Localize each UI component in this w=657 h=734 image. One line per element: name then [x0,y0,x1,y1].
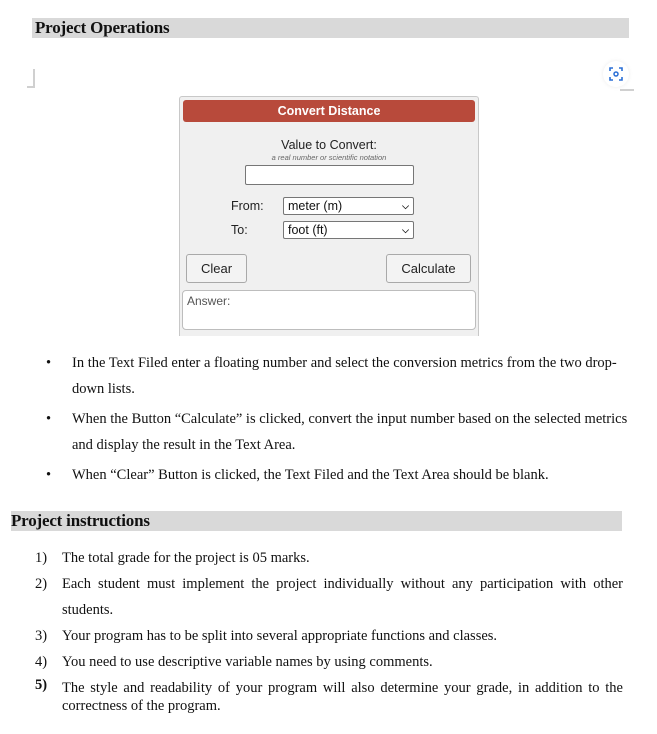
list-item: 5) The style and readability of your pro… [35,676,623,715]
answer-textarea[interactable]: Answer: [182,290,476,330]
list-item: • In the Text Filed enter a floating num… [35,351,635,402]
instructions-list: 1) The total grade for the project is 05… [35,546,623,715]
value-input[interactable] [244,165,414,185]
list-item-text: You need to use descriptive variable nam… [62,653,433,670]
screen-capture-icon [609,67,623,81]
list-number: 1) [35,550,48,566]
calculate-button[interactable]: Calculate [386,254,471,283]
list-item-text: Your program has to be split into severa… [62,627,498,644]
to-selected-value: foot (ft) [288,223,328,237]
list-number: 3) [35,627,48,644]
screen-capture-button[interactable] [603,61,629,87]
clear-button[interactable]: Clear [186,254,247,283]
list-item: • When the Button “Calculate” is clicked… [35,407,635,458]
list-item-text: The style and readability of your progra… [62,679,623,714]
list-item-text: The total grade for the project is 05 ma… [62,550,310,566]
answer-label: Answer: [187,294,231,308]
list-item: 4) You need to use descriptive variable … [35,650,623,676]
to-unit-select[interactable]: foot (ft) ⌵ [283,221,414,239]
list-item: 1) The total grade for the project is 05… [35,546,623,572]
from-label: From: [231,199,264,213]
list-item-text: In the Text Filed enter a floating numbe… [72,355,617,397]
list-item-text: When “Clear” Button is clicked, the Text… [72,467,549,483]
image-crop-mark-left [27,69,35,88]
from-selected-value: meter (m) [288,199,343,213]
value-hint: a real number or scientific notation [271,153,387,162]
to-label: To: [231,223,248,237]
list-number: 5) [35,676,48,693]
list-item: 3) Your program has to be split into sev… [35,624,623,650]
convert-distance-widget: Convert Distance Value to Convert: a rea… [179,96,479,336]
list-item-text: Each student must implement the project … [62,576,623,618]
instructions-heading-text: Project instructions [11,511,150,530]
section-heading-operations: Project Operations [32,18,629,38]
operations-heading-text: Project Operations [35,18,170,37]
list-number: 2) [35,576,48,592]
chevron-down-icon: ⌵ [402,201,409,211]
bullet-icon: • [46,411,52,427]
list-item: 2) Each student must implement the proje… [35,572,623,623]
value-to-convert-label: Value to Convert: [281,138,377,152]
bullet-icon: • [46,467,52,483]
chevron-down-icon: ⌵ [402,225,409,235]
widget-title: Convert Distance [183,100,475,122]
bullet-icon: • [46,355,52,371]
list-item: • When “Clear” Button is clicked, the Te… [35,463,635,489]
list-number: 4) [35,653,48,670]
list-item-text: When the Button “Calculate” is clicked, … [72,411,628,453]
section-heading-instructions: Project instructions [11,511,622,531]
from-unit-select[interactable]: meter (m) ⌵ [283,197,414,215]
image-crop-mark-right [620,89,634,91]
operations-list: • In the Text Filed enter a floating num… [35,351,635,494]
